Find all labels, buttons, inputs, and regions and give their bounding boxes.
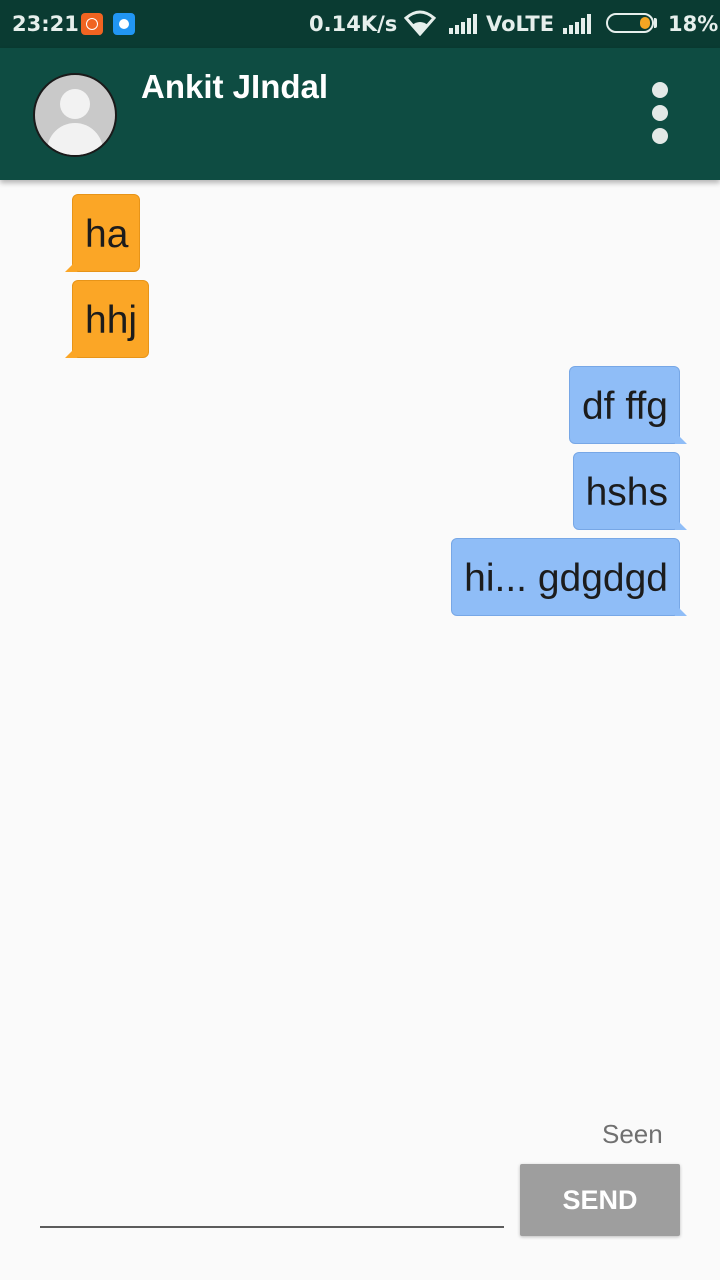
mi-notification-icon <box>81 13 103 35</box>
message-input[interactable] <box>40 1180 504 1228</box>
signal-icon <box>449 14 477 34</box>
app-bar: Ankit JIndal <box>0 48 720 180</box>
battery-percent: 18% <box>668 12 719 36</box>
network-speed: 0.14K/s <box>309 12 398 36</box>
network-type: VoLTE <box>486 12 555 36</box>
contact-name[interactable]: Ankit JIndal <box>141 68 328 106</box>
app-notification-icon <box>113 13 135 35</box>
status-time: 23:21 <box>12 12 79 36</box>
contact-avatar[interactable] <box>33 73 117 157</box>
incoming-message-bubble[interactable]: hhj <box>64 280 150 358</box>
more-vert-icon[interactable] <box>645 78 675 148</box>
status-bar: 23:21 0.14K/s VoLTE 18% <box>0 0 720 48</box>
incoming-message-bubble[interactable]: ha <box>64 194 141 272</box>
wifi-icon <box>404 10 436 36</box>
battery-icon <box>606 13 654 33</box>
outgoing-message-bubble[interactable]: df ffg <box>568 366 688 444</box>
signal-icon-2 <box>563 14 591 34</box>
outgoing-message-bubble[interactable]: hshs <box>572 452 688 530</box>
send-button[interactable]: SEND <box>520 1164 680 1236</box>
person-placeholder-icon <box>60 89 90 119</box>
outgoing-message-bubble[interactable]: hi... gdgdgd <box>451 538 687 616</box>
seen-status: Seen <box>602 1119 663 1149</box>
